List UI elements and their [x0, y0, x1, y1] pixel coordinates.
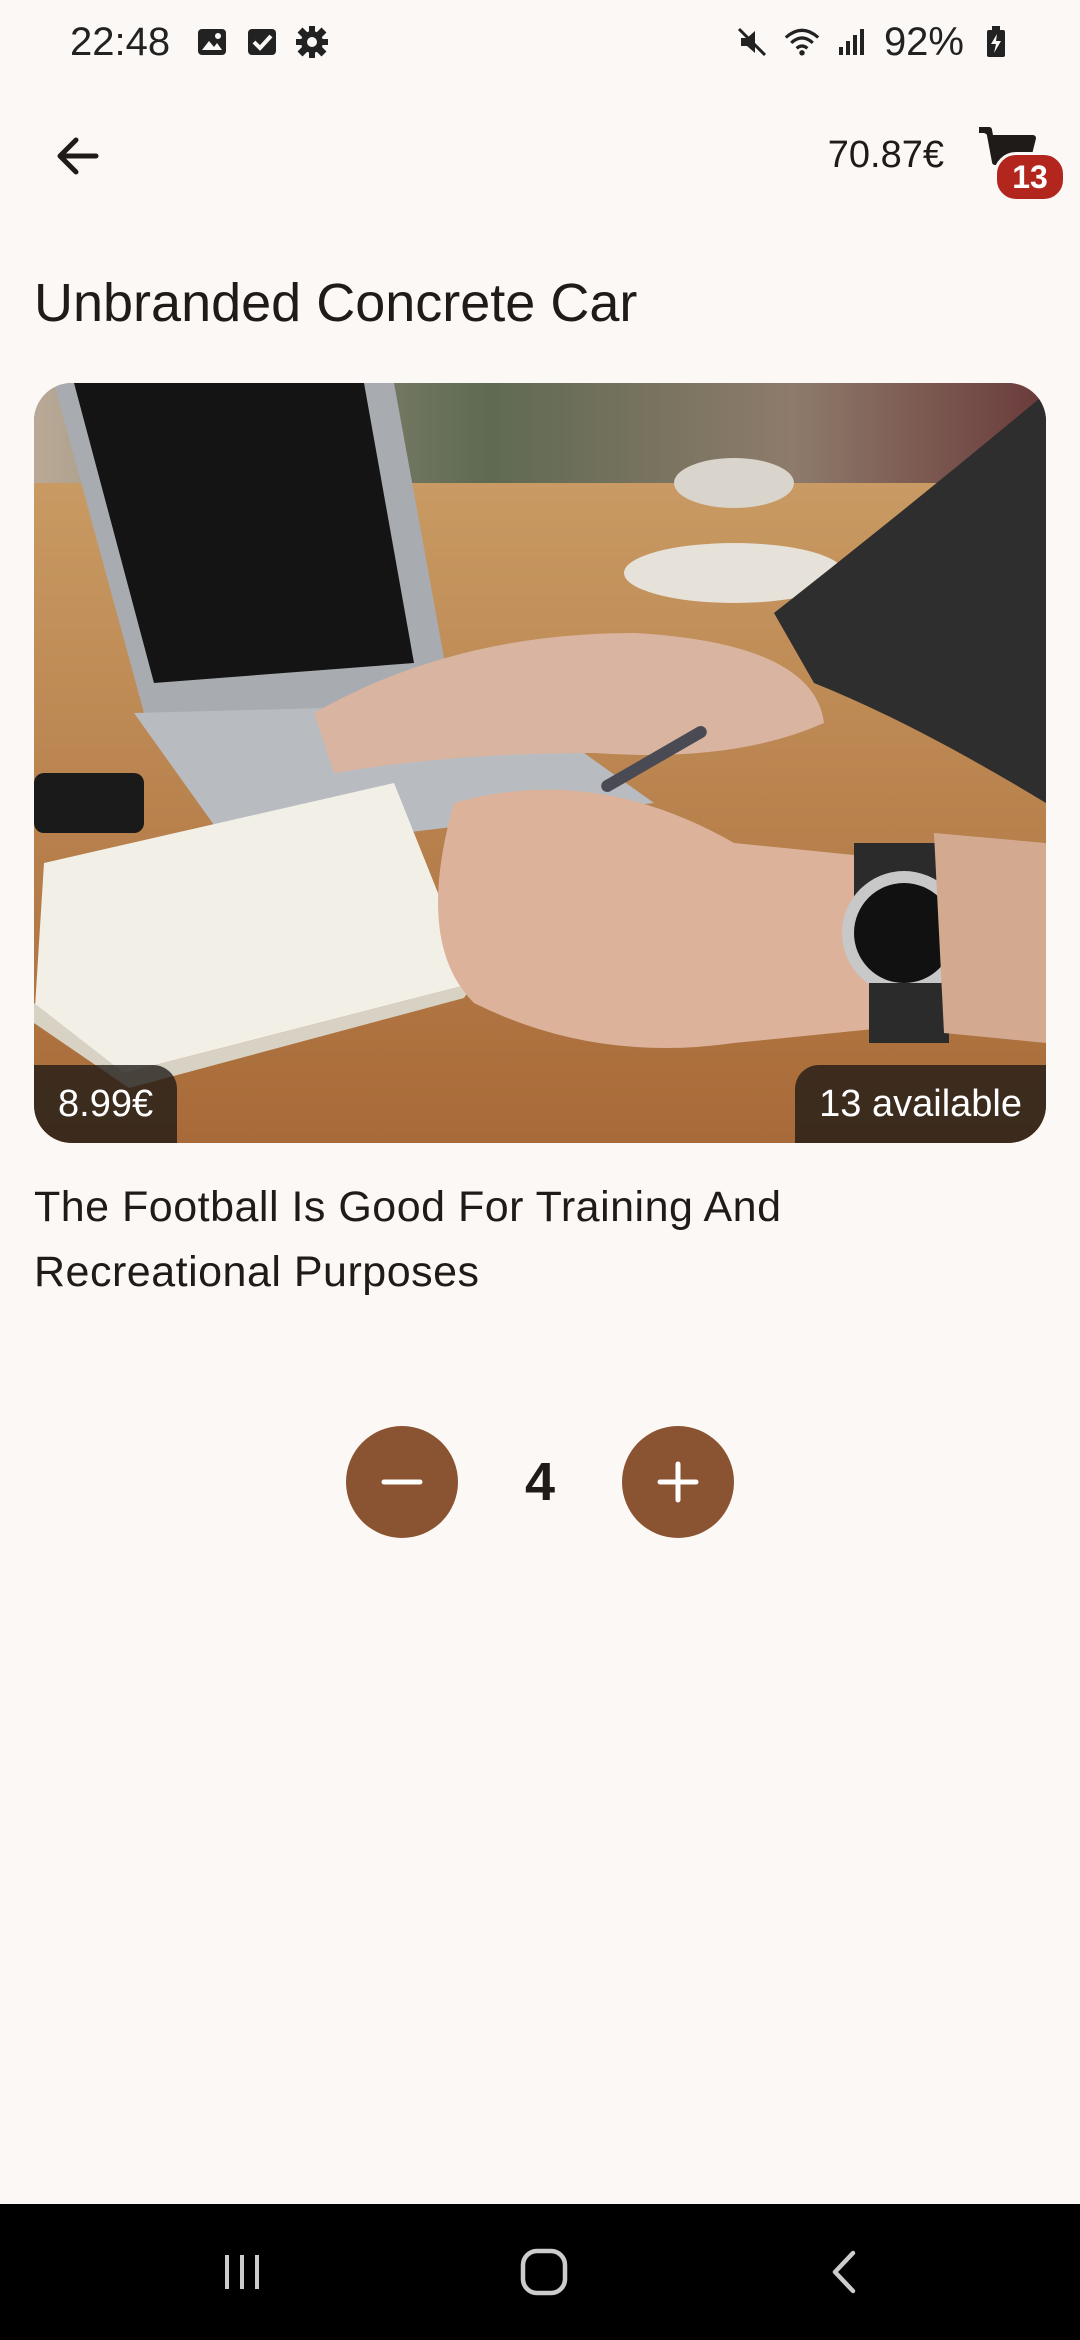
status-time: 22:48	[70, 19, 171, 64]
settings-gear-icon	[294, 24, 330, 60]
signal-icon	[834, 24, 870, 60]
checkbox-icon	[244, 24, 280, 60]
status-right: 92%	[734, 20, 1014, 65]
availability-chip: 13 available	[795, 1065, 1046, 1143]
app-bar: 70.87€ 13	[0, 110, 1080, 202]
status-bar: 22:48 92%	[0, 0, 1080, 84]
product-photo	[34, 383, 1046, 1143]
decrement-button[interactable]	[346, 1426, 458, 1538]
cart-count-badge: 13	[994, 152, 1066, 202]
home-button[interactable]	[504, 2232, 584, 2312]
minus-icon	[381, 1479, 423, 1485]
product-detail-screen: 22:48 92% 70.87€ 13 Unbranded Concrete C…	[0, 0, 1080, 2340]
price-chip: 8.99€	[34, 1065, 178, 1143]
mute-icon	[734, 24, 770, 60]
arrow-left-icon	[57, 137, 99, 175]
back-button[interactable]	[46, 124, 110, 188]
battery-percent: 92%	[883, 19, 964, 64]
wifi-icon	[784, 24, 820, 60]
plus-icon	[657, 1461, 699, 1503]
product-title: Unbranded Concrete Car	[34, 273, 638, 333]
quantity-value: 4	[524, 1452, 556, 1512]
product-description: The Football Is Good For Training And Re…	[34, 1183, 782, 1296]
status-left: 22:48	[70, 20, 330, 65]
quantity-stepper: 4	[346, 1426, 734, 1538]
back-chevron-icon	[832, 2250, 856, 2294]
product-image: 8.99€ 13 available	[34, 383, 1046, 1143]
system-back-button[interactable]	[806, 2232, 886, 2312]
gallery-icon	[194, 24, 230, 60]
recent-apps-button[interactable]	[202, 2232, 282, 2312]
battery-charging-icon	[978, 24, 1014, 60]
increment-button[interactable]	[622, 1426, 734, 1538]
recent-apps-icon	[225, 2255, 259, 2289]
cart-total: 70.87€	[827, 134, 944, 176]
home-icon	[520, 2248, 568, 2296]
system-navigation-bar	[0, 2204, 1080, 2340]
